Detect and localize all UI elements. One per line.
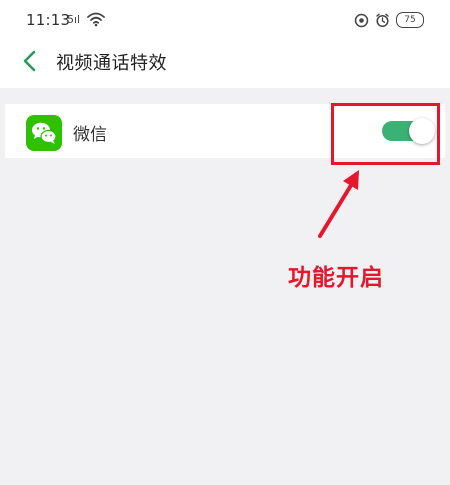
highlight-box: [331, 103, 440, 165]
battery-indicator: 75: [396, 12, 424, 28]
status-bar: 11:13 5ıl 75: [0, 0, 450, 40]
location-icon: [354, 13, 369, 27]
signal-icon: 5ıl: [67, 13, 81, 26]
wechat-icon: [26, 115, 62, 151]
page-title: 视频通话特效: [56, 53, 167, 74]
status-time: 11:13: [26, 11, 71, 29]
annotation-label: 功能开启: [288, 265, 384, 291]
chevron-left-icon[interactable]: [18, 48, 42, 74]
app-name-label: 微信: [73, 125, 107, 145]
wifi-icon: [87, 12, 105, 27]
status-right: 75: [354, 11, 424, 29]
nav-bar: 视频通话特效: [0, 40, 450, 88]
alarm-icon: [376, 13, 389, 27]
